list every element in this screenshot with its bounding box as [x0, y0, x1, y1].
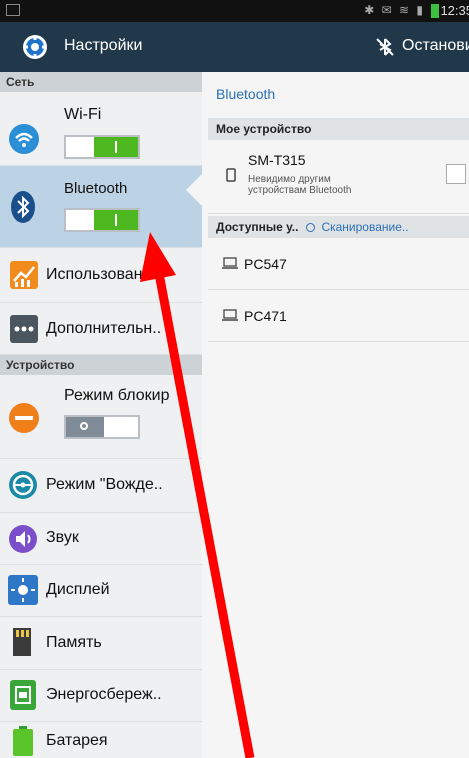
visibility-checkbox[interactable]	[446, 164, 466, 184]
available-devices-header: Доступные у.. Сканирование..	[208, 216, 469, 238]
bluetooth-icon	[11, 191, 35, 223]
block-mode-icon	[9, 403, 39, 433]
selection-pointer	[186, 174, 202, 206]
sidebar-item-label: Дисплей	[46, 581, 110, 598]
my-device-row[interactable]: SM-T315 Невидимо другим устройствам Blue…	[208, 140, 469, 214]
sidebar-item-label: Wi-Fi	[64, 106, 102, 123]
sidebar-item-label: Использовани..	[46, 266, 161, 283]
sidebar-item-wifi[interactable]: Wi-Fi	[0, 92, 202, 166]
laptop-icon	[222, 257, 238, 269]
scan-button[interactable]: Сканирование..	[321, 220, 408, 234]
visibility-line1: Невидимо другим	[248, 174, 331, 185]
detail-title: Bluetooth	[216, 86, 276, 102]
driving-mode-icon	[9, 471, 37, 499]
sidebar-item-label: Дополнительн..	[46, 320, 162, 337]
sidebar-item-bluetooth[interactable]: Bluetooth	[0, 166, 202, 248]
available-devices-label: Доступные у..	[216, 220, 299, 234]
sidebar-item-label: Батарея	[46, 732, 108, 749]
visibility-line2: устройствам Bluetooth	[248, 185, 352, 196]
sound-icon	[9, 525, 37, 553]
settings-sidebar: Сеть Wi-Fi Bluetooth Использовани.. Допо…	[0, 72, 202, 758]
power-saving-icon	[10, 680, 36, 710]
section-device: Устройство	[0, 355, 202, 375]
device-row-pc471[interactable]: PC471	[208, 290, 469, 342]
wifi-icon	[9, 124, 39, 154]
scanning-icon	[306, 223, 316, 232]
status-time: 12:35	[440, 3, 469, 18]
device-name: PC471	[244, 308, 287, 324]
sidebar-item-label: Память	[46, 634, 102, 651]
section-network: Сеть	[0, 72, 202, 92]
sidebar-item-driving-mode[interactable]: Режим "Вожде..	[0, 459, 202, 513]
app-title: Настройки	[64, 37, 143, 54]
my-device-name: SM-T315	[248, 152, 306, 168]
sidebar-item-label: Энергосбереж..	[46, 686, 162, 703]
device-name: PC547	[244, 256, 287, 272]
my-device-header: Мое устройство	[208, 118, 469, 140]
sidebar-item-sound[interactable]: Звук	[0, 513, 202, 565]
sidebar-item-label: Режим "Вожде..	[46, 476, 163, 493]
wifi-toggle[interactable]	[64, 135, 140, 159]
data-usage-icon	[10, 261, 38, 289]
sidebar-item-blocking-mode[interactable]: Режим блокир	[0, 375, 202, 459]
battery-icon	[13, 726, 33, 756]
bluetooth-detail-pane: Bluetooth Мое устройство SM-T315 Невидим…	[202, 72, 469, 758]
screenshot-notification-icon	[6, 4, 20, 16]
sidebar-item-label: Режим блокир	[64, 387, 170, 404]
sidebar-item-battery[interactable]: Батарея	[0, 722, 202, 758]
sidebar-item-data-usage[interactable]: Использовани..	[0, 248, 202, 303]
storage-icon	[13, 628, 31, 656]
sidebar-item-display[interactable]: Дисплей	[0, 565, 202, 617]
bluetooth-toggle[interactable]	[64, 208, 140, 232]
status-icons: ✱ ✉ ≋ ▮	[364, 3, 425, 17]
stop-button[interactable]: Остановить	[402, 37, 469, 55]
sidebar-item-more[interactable]: Дополнительн..	[0, 303, 202, 355]
device-row-pc547[interactable]: PC547	[208, 238, 469, 290]
settings-gear-icon[interactable]	[22, 34, 48, 60]
sidebar-item-storage[interactable]: Память	[0, 617, 202, 670]
status-bar: ✱ ✉ ≋ ▮ 12:35	[0, 0, 469, 22]
display-icon	[8, 575, 38, 605]
tablet-icon	[226, 168, 236, 182]
sidebar-item-power-saving[interactable]: Энергосбереж..	[0, 670, 202, 722]
laptop-icon	[222, 309, 238, 321]
battery-status-icon	[431, 4, 439, 18]
more-icon	[10, 315, 38, 343]
blocking-mode-toggle[interactable]	[64, 415, 140, 439]
sidebar-item-label: Звук	[46, 529, 79, 546]
sidebar-item-label: Bluetooth	[64, 180, 128, 197]
action-bar: Настройки Остановить	[0, 22, 469, 72]
stop-scan-icon[interactable]	[374, 36, 396, 58]
